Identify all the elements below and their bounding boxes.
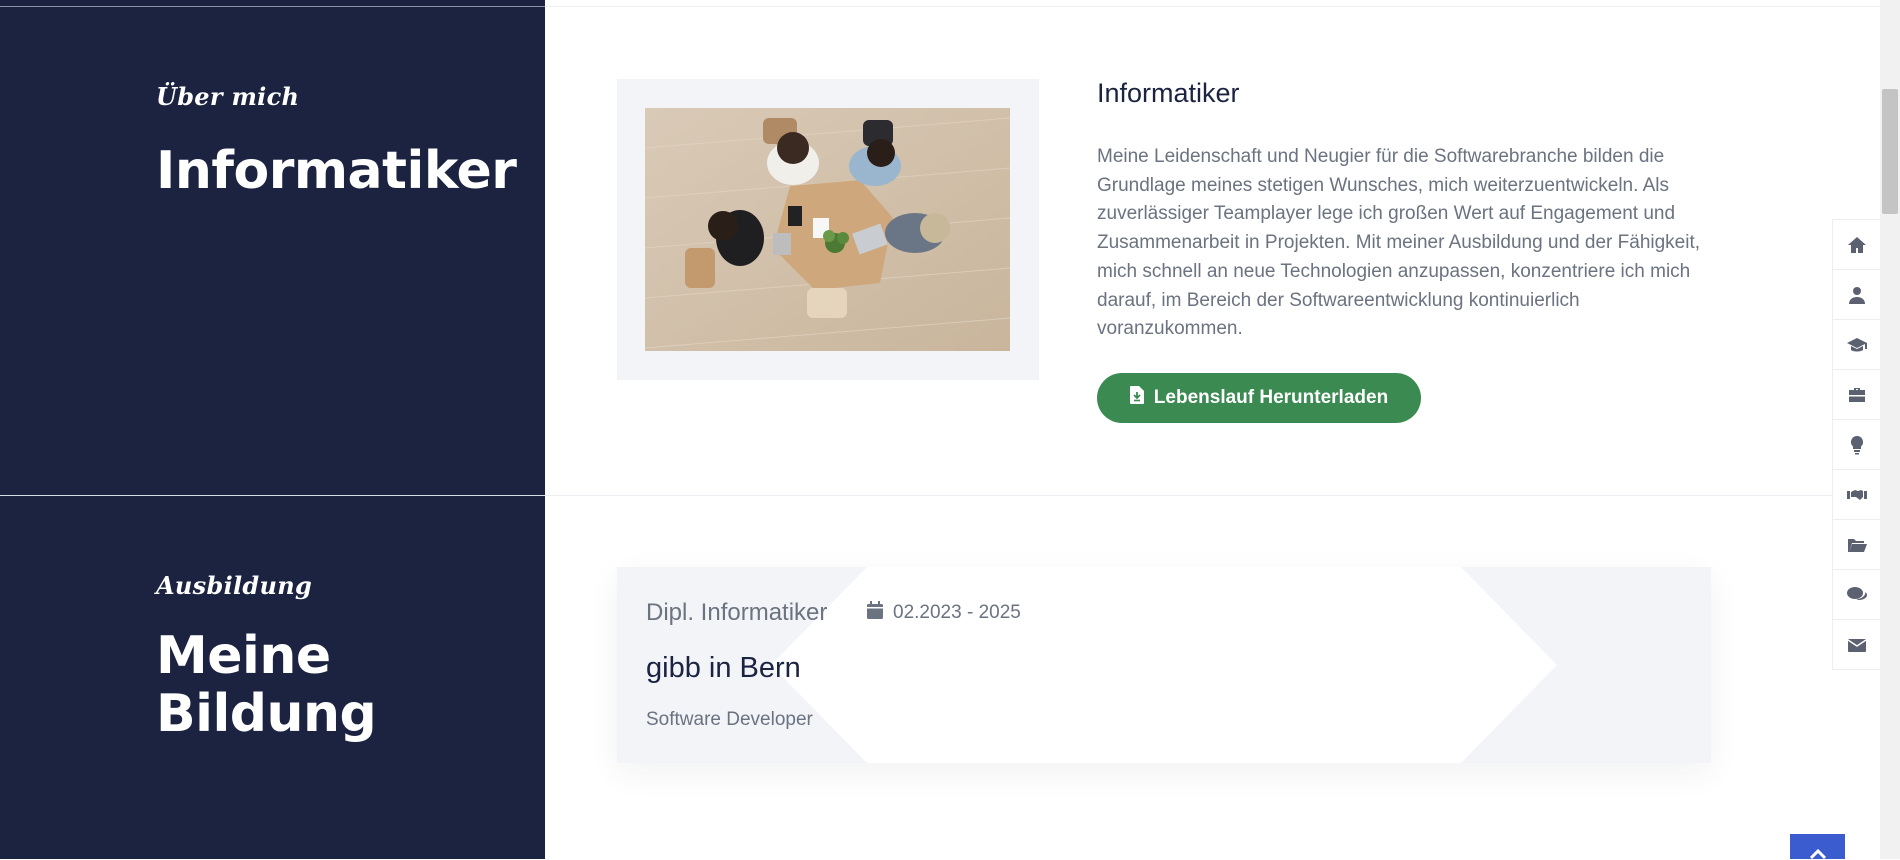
envelope-icon (1847, 638, 1867, 652)
download-cv-label: Lebenslauf Herunterladen (1153, 387, 1389, 408)
scrollbar-thumb[interactable] (1882, 89, 1898, 214)
education-role: Software Developer (646, 709, 813, 730)
education-card: Dipl. Informatiker 02.2023 - 2025 gibb i… (617, 567, 1711, 763)
side-nav (1832, 219, 1882, 670)
graduation-cap-icon (1847, 337, 1867, 351)
nav-home[interactable] (1832, 219, 1882, 270)
chevron-up-icon (1809, 848, 1826, 860)
about-image-frame (617, 79, 1039, 380)
folder-open-icon (1848, 538, 1867, 552)
nav-contact[interactable] (1832, 619, 1882, 670)
home-icon (1848, 236, 1866, 253)
divider (0, 495, 545, 496)
education-title-line: Meine (156, 626, 331, 686)
education-degree: Dipl. Informatiker (646, 599, 828, 626)
calendar-icon (867, 601, 883, 625)
divider (545, 495, 1880, 496)
user-icon (1849, 286, 1865, 304)
about-subtitle: Über mich (156, 82, 300, 111)
education-date: 02.2023 - 2025 (867, 601, 1021, 625)
nav-education[interactable] (1832, 319, 1882, 370)
download-cv-button[interactable]: Lebenslauf Herunterladen (1097, 373, 1421, 423)
education-subtitle: Ausbildung (156, 571, 313, 600)
comments-icon (1847, 586, 1867, 600)
about-text: Meine Leidenschaft und Neugier für die S… (1097, 146, 1701, 340)
divider (0, 6, 545, 7)
back-to-top-button[interactable] (1790, 834, 1845, 860)
lightbulb-icon (1850, 435, 1864, 454)
education-date-text: 02.2023 - 2025 (893, 602, 1021, 623)
file-download-icon (1129, 386, 1144, 410)
handshake-icon (1847, 489, 1867, 500)
divider (545, 6, 1880, 7)
education-title: Meine Bildung (156, 626, 377, 744)
education-title-line: Bildung (156, 684, 377, 744)
briefcase-icon (1849, 387, 1865, 402)
nav-skills[interactable] (1832, 419, 1882, 470)
about-heading: Informatiker (1097, 78, 1240, 108)
education-school: gibb in Bern (646, 652, 801, 684)
nav-portfolio[interactable] (1832, 519, 1882, 570)
nav-partners[interactable] (1832, 469, 1882, 520)
about-title: Informatiker (156, 141, 517, 201)
nav-experience[interactable] (1832, 369, 1882, 420)
nav-testimonials[interactable] (1832, 569, 1882, 620)
team-meeting-photo (645, 108, 1010, 351)
nav-about[interactable] (1832, 269, 1882, 320)
